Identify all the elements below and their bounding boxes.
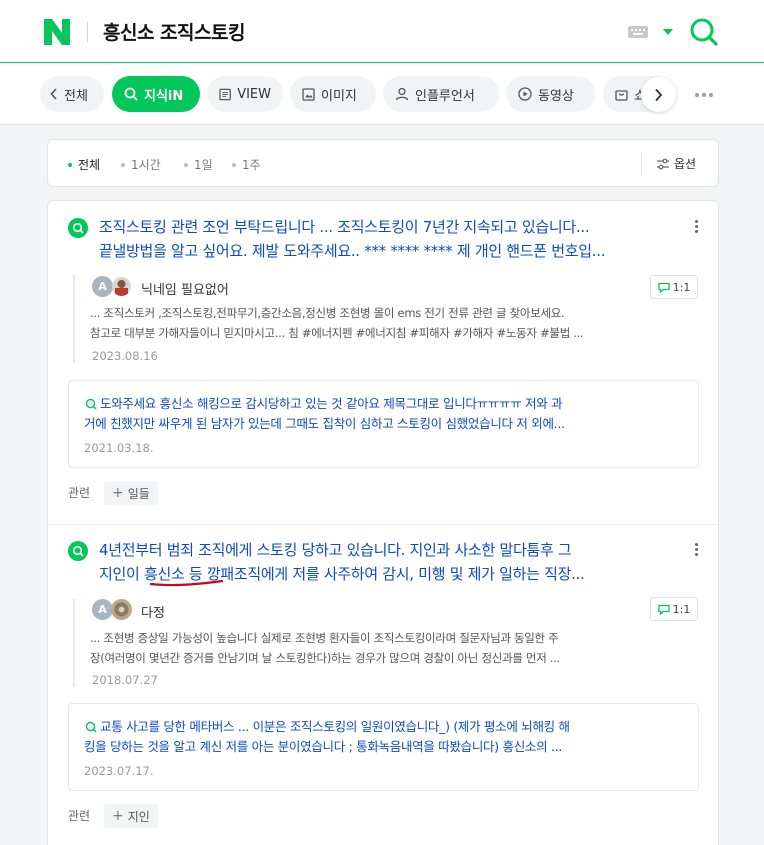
chip-label: 지인 (127, 809, 150, 824)
chat-label: 1:1 (672, 602, 691, 616)
related-keyword-chip[interactable]: + 지인 (104, 804, 158, 828)
result-more-icon[interactable] (695, 543, 699, 558)
answer-indent-line (73, 599, 75, 687)
result-more-icon[interactable] (695, 220, 699, 235)
filter-1hour[interactable]: 1시간 (121, 156, 161, 173)
tab-label: 지식iN (144, 88, 184, 104)
plus-icon: + (112, 485, 124, 501)
tab-label: VIEW (237, 86, 271, 102)
result-title-line[interactable]: 조직스토킹 관련 조언 부탁드립니다 ... 조직스토킹이 7년간 지속되고 있… (99, 214, 679, 240)
naver-logo-icon[interactable] (44, 19, 70, 45)
document-icon (219, 88, 231, 100)
tab-label: 인플루언서 (415, 88, 475, 104)
option-divider (641, 152, 642, 174)
result-card: 4년전부터 범죄 조직에게 스토킹 당하고 있습니다. 지인과 사소한 말다툼후… (48, 525, 718, 845)
avatar (111, 599, 132, 620)
related-keywords-label: 관련 (68, 486, 91, 500)
avatar: A (92, 599, 113, 620)
search-query[interactable]: 흥신소 조직스토킹 (103, 18, 245, 45)
tabs-next-button[interactable] (641, 77, 676, 112)
chip-label: 일들 (127, 486, 150, 501)
search-icon (124, 87, 138, 101)
kin-question-icon (68, 541, 88, 561)
result-card: 조직스토킹 관련 조언 부탁드립니다 ... 조직스토킹이 7년간 지속되고 있… (48, 201, 718, 524)
answer-author[interactable]: 다정 (141, 602, 165, 621)
related-keywords-label: 관련 (68, 809, 91, 823)
related-question-box[interactable]: 교통 사고를 당한 메타버스 ... 이분은 조직스토킹의 일원이였습니다_) … (68, 703, 699, 791)
more-menu-icon[interactable] (695, 93, 713, 97)
tab-image[interactable]: 이미지 (290, 76, 376, 112)
filter-label: 1시간 (131, 158, 161, 172)
related-question-box[interactable]: 도와주세요 흥신소 해킹으로 감시당하고 있는 것 같아요 제목그대로 입니다ㅠ… (68, 380, 699, 468)
time-filter-bar: 전체 1시간 1일 1주 옵션 (47, 139, 719, 187)
red-underline-annotation (149, 579, 224, 587)
avatar (112, 277, 131, 296)
filter-label: 1일 (194, 158, 213, 172)
sliders-icon (657, 158, 669, 169)
filter-label: 1주 (242, 158, 261, 172)
filter-all[interactable]: 전체 (68, 156, 100, 173)
plus-icon: + (112, 808, 124, 824)
answer-snippet[interactable]: ... 조직스토커 ,조직스토킹,전파무기,층간소음,정신병 조현병 몰이 em… (90, 303, 675, 323)
chevron-right-icon (655, 88, 663, 101)
search-icon[interactable] (688, 16, 720, 48)
answer-date: 2018.07.27 (92, 673, 158, 687)
header-divider (87, 22, 88, 42)
option-label: 옵션 (674, 157, 697, 171)
tab-label: 전체 (64, 88, 88, 104)
chat-icon (657, 282, 670, 293)
header: 흥신소 조직스토킹 (0, 0, 764, 63)
option-button[interactable]: 옵션 (656, 155, 696, 172)
tab-kin[interactable]: 지식iN (112, 76, 200, 112)
tab-influencer[interactable]: 인플루언서 (383, 76, 499, 112)
avatar: A (92, 276, 113, 297)
tab-label: 동영상 (538, 88, 574, 104)
result-title-line[interactable]: 4년전부터 범죄 조직에게 스토킹 당하고 있습니다. 지인과 사소한 말다툼후… (99, 537, 679, 563)
related-text-line: 거에 친했지만 싸우게 된 남자가 있는데 그때도 집착이 심하고 스토킹이 심… (84, 416, 565, 431)
tab-all[interactable]: 전체 (40, 76, 104, 112)
image-icon (302, 87, 315, 101)
filter-1day[interactable]: 1일 (184, 156, 213, 173)
dropdown-arrow-icon[interactable] (663, 29, 673, 35)
tab-label: 이미지 (321, 88, 357, 104)
tab-view[interactable]: VIEW (207, 76, 283, 112)
person-icon (395, 87, 409, 101)
chat-icon (657, 604, 670, 615)
chevron-left-icon (50, 88, 57, 100)
chat-1on1-button[interactable]: 1:1 (650, 275, 698, 299)
filter-1week[interactable]: 1주 (232, 156, 261, 173)
result-title-line[interactable]: 끝낼방법을 알고 싶어요. 제발 도와주세요.. *** **** **** 제… (99, 238, 679, 264)
related-keyword-chip[interactable]: + 일들 (104, 481, 158, 505)
answer-indent-line (73, 275, 75, 363)
keyboard-icon[interactable] (628, 26, 648, 38)
answer-date: 2023.08.16 (92, 349, 158, 363)
results-list: 조직스토킹 관련 조언 부탁드립니다 ... 조직스토킹이 7년간 지속되고 있… (47, 200, 719, 845)
bag-icon (615, 89, 628, 101)
tab-video[interactable]: 동영상 (506, 76, 595, 112)
related-date: 2021.03.18. (84, 441, 154, 455)
answer-snippet[interactable]: ... 조현병 증상일 가능성이 높습니다 실제로 조현병 환자들이 조직스토킹… (90, 628, 675, 648)
answer-snippet[interactable]: 장(여러명이 몇년간 증거를 안남기며 날 스토킹한다)하는 경우가 많으며 경… (90, 648, 675, 668)
filter-label: 전체 (78, 158, 101, 172)
play-icon (518, 87, 532, 101)
related-text-line: 킹을 당하는 것을 알고 계신 저를 아는 분이였습니다 ; 통화녹음내역을 따… (84, 739, 562, 754)
answer-author[interactable]: 닉네임 필요없어 (141, 279, 229, 298)
kin-question-icon (68, 218, 88, 238)
chat-1on1-button[interactable]: 1:1 (650, 597, 698, 621)
answer-snippet[interactable]: 참고로 대부분 가해자들이니 믿지마시고... 침 #에너지펜 #에너지침 #피… (90, 323, 675, 343)
chat-label: 1:1 (672, 280, 691, 294)
related-date: 2023.07.17. (84, 764, 154, 778)
